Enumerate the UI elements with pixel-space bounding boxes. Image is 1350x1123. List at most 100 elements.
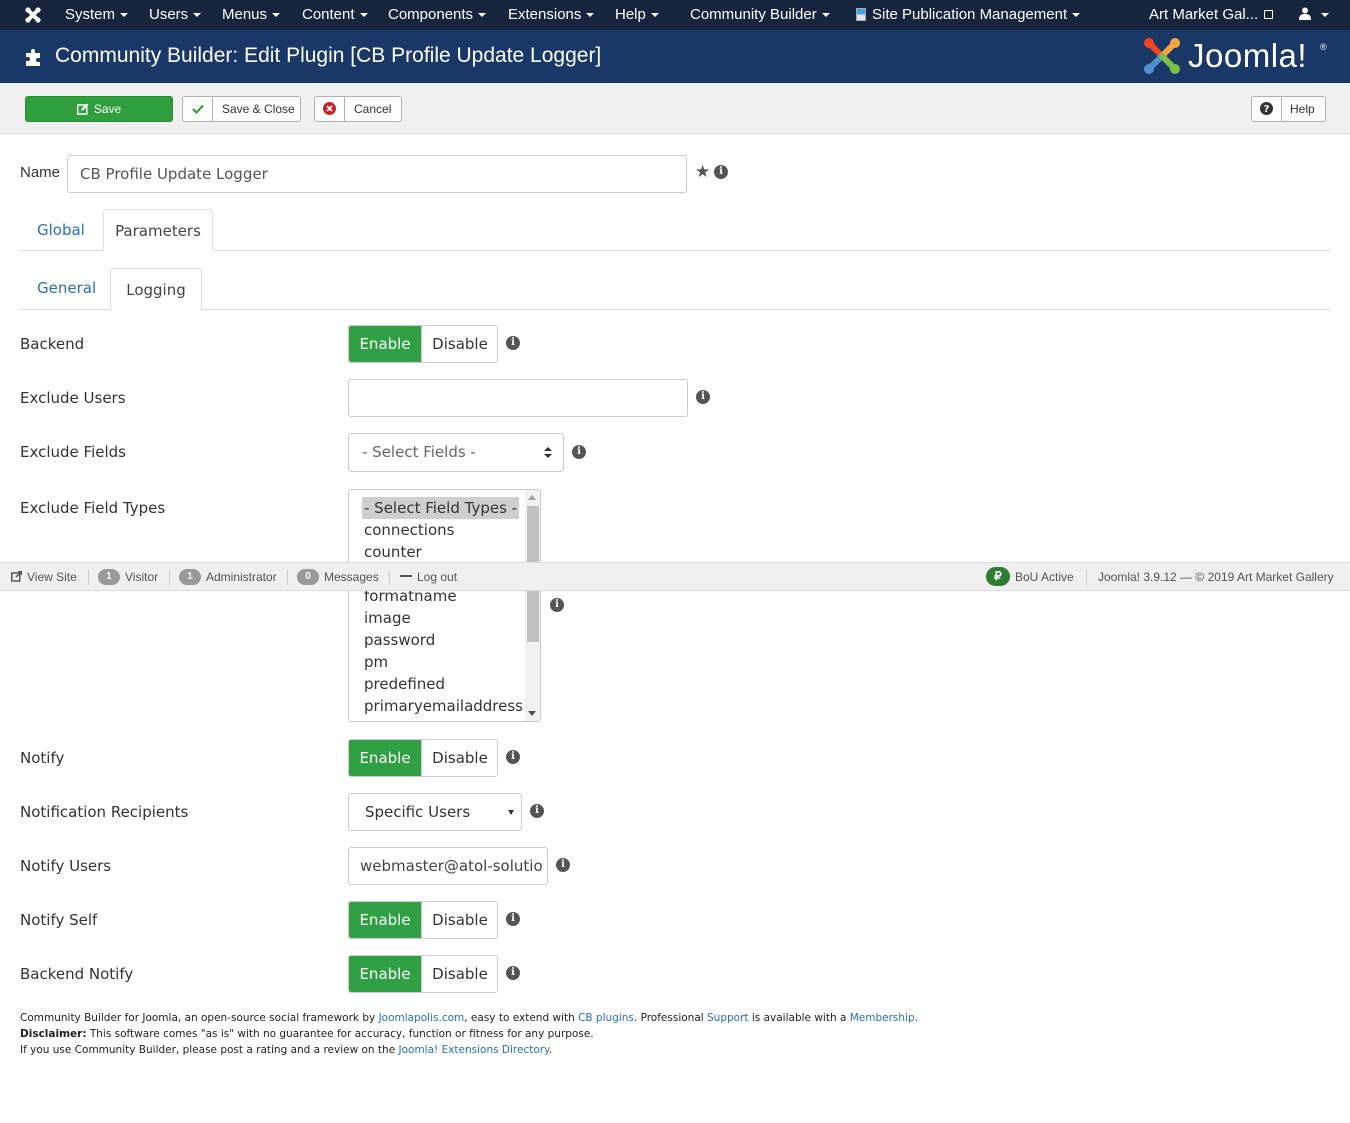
scroll-up-icon[interactable] — [528, 495, 536, 500]
tab-general[interactable]: General — [37, 279, 96, 297]
info-icon: i — [506, 966, 520, 980]
svg-text:?: ? — [1264, 104, 1270, 115]
info-icon: i — [572, 445, 586, 459]
puzzle-icon — [26, 49, 40, 66]
backend-label: Backend — [20, 335, 85, 353]
list-item[interactable]: - Select Field Types - — [362, 497, 520, 519]
help-icon: ? — [1252, 97, 1282, 121]
tab-parameters[interactable]: Parameters — [103, 209, 213, 251]
check-icon — [183, 97, 213, 121]
tab-logging[interactable]: Logging — [110, 268, 202, 310]
menu-components[interactable]: Components — [388, 0, 487, 30]
cancel-button[interactable]: Cancel — [314, 96, 402, 122]
list-item[interactable]: image — [362, 607, 413, 629]
bou-icon: ₽ — [986, 567, 1010, 587]
page-title: Community Builder: Edit Plugin [CB Profi… — [55, 44, 602, 67]
notify-users-label: Notify Users — [20, 857, 112, 875]
backend-toggle: Enable Disable — [348, 325, 498, 363]
tab-global[interactable]: Global — [37, 221, 85, 239]
notify-self-disable-button[interactable]: Disable — [421, 902, 497, 938]
cb-plugins-link[interactable]: CB plugins — [578, 1012, 634, 1024]
external-link-icon — [11, 571, 23, 583]
info-icon: i — [714, 165, 728, 179]
visitor-count[interactable]: 1 Visitor — [98, 563, 158, 592]
joomlapolis-link[interactable]: Joomlapolis.com — [379, 1012, 465, 1024]
backend-enable-button[interactable]: Enable — [349, 326, 421, 362]
footer-line-2: Disclaimer: This software comes "as is" … — [20, 1028, 594, 1040]
notify-self-enable-button[interactable]: Enable — [349, 902, 421, 938]
support-link[interactable]: Support — [707, 1012, 749, 1024]
notify-label: Notify — [20, 749, 65, 767]
joomla-icon[interactable] — [24, 0, 42, 30]
menu-content[interactable]: Content — [302, 0, 368, 30]
notify-users-input[interactable]: webmaster@atol-solutio — [348, 847, 548, 885]
backend-notify-disable-button[interactable]: Disable — [421, 956, 497, 992]
list-item[interactable]: connections — [362, 519, 456, 541]
list-item[interactable]: primaryemailaddress — [362, 695, 525, 717]
list-scrollbar[interactable] — [525, 490, 540, 721]
scroll-down-icon[interactable] — [528, 711, 536, 716]
save-button[interactable]: Save — [25, 96, 173, 122]
info-icon: i — [506, 912, 520, 926]
select-arrows-icon — [544, 447, 552, 459]
backend-notify-enable-button[interactable]: Enable — [349, 956, 421, 992]
user-icon — [1299, 7, 1311, 20]
footer-line-3: If you use Community Builder, please pos… — [20, 1044, 553, 1056]
logout-link[interactable]: Log out — [400, 563, 457, 592]
external-link-icon — [1264, 9, 1274, 19]
info-icon: i — [556, 858, 570, 872]
notification-recipients-select[interactable]: Specific Users — [348, 793, 522, 831]
menu-extensions[interactable]: Extensions — [508, 0, 595, 30]
info-icon: i — [506, 750, 520, 764]
name-label: Name — [20, 164, 61, 181]
list-item[interactable]: predefined — [362, 673, 447, 695]
exclude-users-label: Exclude Users — [20, 389, 126, 407]
notify-self-toggle: Enable Disable — [348, 901, 498, 939]
notify-enable-button[interactable]: Enable — [349, 740, 421, 776]
exclude-field-types-list[interactable]: - Select Field Types - connections count… — [348, 489, 541, 722]
menu-help[interactable]: Help — [615, 0, 659, 30]
exclude-users-input[interactable] — [348, 379, 688, 417]
star-icon: ★ — [695, 162, 711, 181]
name-input[interactable]: CB Profile Update Logger — [67, 155, 687, 193]
menu-system[interactable]: System — [65, 0, 129, 30]
jed-link[interactable]: Joomla! Extensions Directory — [399, 1044, 549, 1056]
user-menu[interactable] — [1299, 0, 1329, 30]
site-link[interactable]: Art Market Gal... — [1149, 0, 1274, 30]
menu-community-builder[interactable]: Community Builder — [690, 0, 830, 30]
backend-disable-button[interactable]: Disable — [421, 326, 497, 362]
list-item[interactable]: pm — [362, 651, 390, 673]
menu-menus[interactable]: Menus — [222, 0, 281, 30]
notification-recipients-label: Notification Recipients — [20, 803, 189, 821]
footer: Community Builder for Joomla, an open-so… — [20, 1010, 918, 1058]
info-icon: i — [550, 598, 564, 612]
membership-link[interactable]: Membership — [850, 1012, 915, 1024]
backend-notify-label: Backend Notify — [20, 965, 134, 983]
page-header: Community Builder: Edit Plugin [CB Profi… — [0, 30, 1350, 83]
site-publication-icon — [856, 7, 866, 21]
list-item[interactable]: password — [362, 629, 437, 651]
menu-site-publication[interactable]: Site Publication Management — [856, 0, 1081, 30]
messages-count[interactable]: 0 Messages — [297, 563, 379, 592]
joomla-logo: Joomla! ® — [1142, 36, 1332, 78]
menu-users[interactable]: Users — [149, 0, 202, 30]
toolbar: Save Save & Close Cancel ? Help — [0, 83, 1350, 134]
sub-tabs-divider — [20, 309, 1330, 310]
help-button[interactable]: ? Help — [1251, 96, 1326, 122]
bou-status[interactable]: ₽ BoU Active — [986, 563, 1074, 592]
version-text: Joomla! 3.9.12 — © 2019 Art Market Galle… — [1098, 570, 1334, 584]
minus-icon — [400, 574, 412, 577]
edit-icon — [76, 103, 89, 115]
info-icon: i — [530, 804, 544, 818]
notify-toggle: Enable Disable — [348, 739, 498, 777]
info-icon: i — [696, 390, 710, 404]
top-navbar: System Users Menus Content Components Ex… — [0, 0, 1350, 30]
view-site-link[interactable]: View Site — [11, 563, 77, 592]
backend-notify-toggle: Enable Disable — [348, 955, 498, 993]
exclude-fields-select[interactable]: - Select Fields - — [348, 433, 564, 472]
notify-disable-button[interactable]: Disable — [421, 740, 497, 776]
save-close-button[interactable]: Save & Close — [182, 96, 301, 122]
administrator-count[interactable]: 1 Administrator — [179, 563, 277, 592]
dropdown-arrow-icon — [508, 810, 514, 815]
list-item[interactable]: counter — [362, 541, 424, 563]
